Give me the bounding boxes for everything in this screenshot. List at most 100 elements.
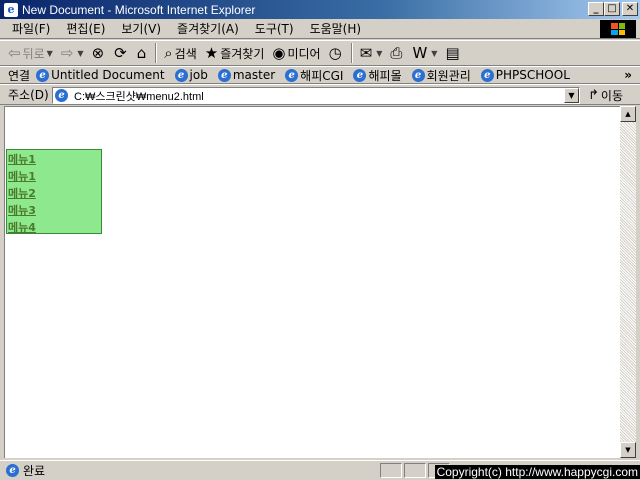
status-pane (404, 463, 426, 478)
menu-link-1b[interactable]: 메뉴1 (7, 168, 101, 185)
links-more-chevron-icon[interactable]: » (624, 68, 632, 82)
window-title: New Document - Microsoft Internet Explor… (22, 2, 256, 17)
link-master[interactable]: e master (217, 68, 276, 82)
menu-help[interactable]: 도움말(H) (302, 20, 370, 37)
copyright-watermark: Copyright(c) http://www.happycgi.com (434, 465, 640, 479)
toolbar-separator (155, 43, 158, 63)
print-button[interactable]: ⎙ (386, 42, 408, 64)
windows-logo-icon (600, 20, 636, 38)
forward-arrow-icon: ⇨ (60, 44, 74, 62)
search-label: 검색 (174, 46, 197, 61)
ie-page-icon: e (411, 68, 425, 82)
discuss-button[interactable]: ▤ (441, 42, 465, 64)
forward-dropdown-icon[interactable]: ▼ (77, 49, 83, 58)
stop-icon: ⊗ (91, 44, 105, 62)
edit-word-icon: W (412, 44, 428, 62)
menu-edit[interactable]: 편집(E) (58, 20, 113, 37)
mail-dropdown-icon[interactable]: ▼ (376, 49, 382, 58)
address-value: C:₩스크린샷₩menu2.html (74, 90, 204, 103)
ie-page-icon: e (285, 68, 299, 82)
link-member-admin[interactable]: e 회원관리 (411, 67, 471, 84)
menu-favorites[interactable]: 즐겨찾기(A) (169, 20, 247, 37)
link-happycgi[interactable]: e 해피CGI (285, 67, 343, 84)
menu-link-2[interactable]: 메뉴2 (7, 185, 101, 202)
menu-link-3[interactable]: 메뉴3 (7, 202, 101, 219)
title-bar: e New Document - Microsoft Internet Expl… (0, 0, 640, 19)
close-button[interactable]: ✕ (622, 2, 638, 16)
go-arrow-icon: ↱ (588, 88, 599, 103)
media-icon: ◉ (272, 44, 286, 62)
ie-page-icon: e (36, 68, 50, 82)
status-pane (380, 463, 402, 478)
mail-icon: ✉ (359, 44, 373, 62)
menu-file[interactable]: 파일(F) (0, 20, 58, 37)
favorites-icon: ★ (204, 44, 219, 62)
stop-button[interactable]: ⊗ (88, 42, 111, 64)
address-bar: 주소(D) e C:₩스크린샷₩menu2.html ▼ ↱ 이동 (0, 84, 640, 105)
print-icon: ⎙ (390, 44, 403, 62)
link-happymall[interactable]: e 해피몰 (353, 67, 402, 84)
back-dropdown-icon[interactable]: ▼ (47, 49, 53, 58)
edit-button[interactable]: W ▼ (408, 42, 441, 64)
link-phpschool[interactable]: e PHPSCHOOL (480, 68, 570, 82)
menu-link-1[interactable]: 메뉴1 (7, 151, 101, 168)
favorites-label: 즐겨찾기 (220, 46, 265, 61)
edit-dropdown-icon[interactable]: ▼ (431, 49, 437, 58)
home-icon: ⌂ (136, 44, 147, 62)
status-bar: e 완료 Copyright(c) http://www.happycgi.co… (0, 460, 640, 480)
menu-bar: 파일(F) 편집(E) 보기(V) 즐겨찾기(A) 도구(T) 도움말(H) (0, 19, 640, 39)
maximize-button[interactable]: □ (604, 2, 620, 16)
refresh-button[interactable]: ⟳ (110, 42, 133, 64)
menu-link-4[interactable]: 메뉴4 (7, 219, 101, 236)
media-label: 미디어 (287, 46, 321, 61)
links-label: 연결 (8, 68, 31, 83)
address-dropdown-icon[interactable]: ▼ (564, 88, 579, 103)
link-label: PHPSCHOOL (495, 68, 570, 82)
ie-page-icon: e (480, 68, 494, 82)
scroll-up-icon[interactable]: ▲ (620, 106, 636, 122)
status-text: 완료 (23, 464, 46, 478)
ie-page-icon: e (174, 68, 188, 82)
forward-button[interactable]: ⇨ ▼ (57, 42, 88, 64)
standard-toolbar: ⇦ 뒤로 ▼ ⇨ ▼ ⊗ ⟳ ⌂ ⌕ 검색 ★ 즐겨찾기 ◉ 미디어 ◷ ✉ ▼… (0, 40, 640, 66)
go-label: 이동 (600, 89, 623, 103)
favorites-button[interactable]: ★ 즐겨찾기 (201, 42, 269, 64)
search-button[interactable]: ⌕ 검색 (160, 42, 201, 64)
back-button[interactable]: ⇦ 뒤로 ▼ (4, 42, 57, 64)
link-label: Untitled Document (51, 68, 165, 82)
media-button[interactable]: ◉ 미디어 (268, 42, 324, 64)
refresh-icon: ⟳ (114, 44, 127, 62)
history-icon: ◷ (328, 44, 342, 62)
minimize-button[interactable]: _ (588, 2, 604, 16)
address-input[interactable]: e C:₩스크린샷₩menu2.html ▼ (52, 87, 580, 104)
links-bar: 연결 e Untitled Document e job e master e … (0, 66, 640, 84)
ie-page-icon: e (55, 89, 68, 102)
window-controls: _ □ ✕ (588, 2, 638, 16)
link-label: master (232, 68, 276, 82)
back-label: 뒤로 (22, 46, 45, 61)
ie-page-icon: e (6, 464, 19, 477)
menu-box: 메뉴1 메뉴1 메뉴2 메뉴3 메뉴4 (6, 149, 102, 234)
home-button[interactable]: ⌂ (133, 42, 153, 64)
ie-page-icon: e (353, 68, 367, 82)
link-untitled-document[interactable]: e Untitled Document (36, 68, 165, 82)
search-icon: ⌕ (164, 44, 173, 62)
address-label: 주소(D) (8, 88, 49, 102)
link-job[interactable]: e job (174, 68, 208, 82)
history-button[interactable]: ◷ (325, 42, 348, 64)
ie-page-icon: e (217, 68, 231, 82)
menu-tools[interactable]: 도구(T) (247, 20, 302, 37)
discuss-icon: ▤ (445, 44, 460, 62)
link-label: 해피몰 (368, 68, 402, 83)
mail-button[interactable]: ✉ ▼ (356, 42, 387, 64)
menu-view[interactable]: 보기(V) (113, 20, 169, 37)
vertical-scrollbar[interactable]: ▲ ▼ (620, 106, 636, 458)
scroll-down-icon[interactable]: ▼ (620, 442, 636, 458)
ie-logo-icon: e (4, 2, 18, 17)
page-content: 메뉴1 메뉴1 메뉴2 메뉴3 메뉴4 (4, 106, 620, 458)
back-arrow-icon: ⇦ (8, 44, 21, 62)
link-label: 회원관리 (426, 68, 471, 83)
link-label: job (189, 68, 208, 82)
toolbar-separator (350, 43, 353, 63)
go-button[interactable]: ↱ 이동 (588, 87, 623, 104)
